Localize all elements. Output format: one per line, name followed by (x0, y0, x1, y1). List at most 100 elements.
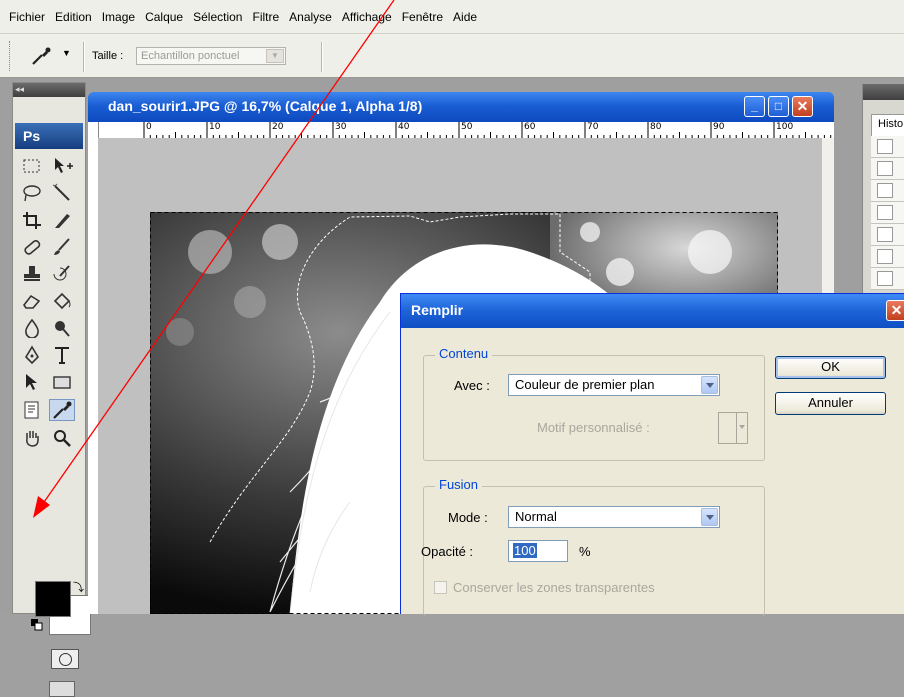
motif-picker[interactable] (718, 412, 748, 444)
marquee-tool-icon[interactable] (19, 155, 45, 177)
close-button[interactable]: ✕ (792, 96, 813, 117)
pen-tool-icon[interactable] (19, 344, 45, 366)
menu-selection[interactable]: Sélection (188, 10, 247, 24)
menu-image[interactable]: Image (97, 10, 140, 24)
menu-edition[interactable]: Edition (50, 10, 97, 24)
menu-filtre[interactable]: Filtre (247, 10, 284, 24)
hand-tool-icon[interactable] (19, 427, 45, 449)
dialog-title: Remplir (411, 302, 464, 318)
maximize-button[interactable]: □ (768, 96, 789, 117)
ruler-label: 20 (272, 122, 284, 132)
minimize-button[interactable]: _ (744, 96, 765, 117)
list-item[interactable] (871, 158, 904, 180)
ruler-label: 40 (398, 122, 410, 132)
healing-brush-icon[interactable] (19, 236, 45, 258)
history-state-icon (877, 139, 893, 154)
default-colors-icon[interactable] (31, 619, 43, 631)
dodge-tool-icon[interactable] (49, 317, 75, 339)
opacity-value: 100 (513, 543, 537, 558)
list-item[interactable] (871, 246, 904, 268)
avec-value: Couleur de premier plan (515, 377, 655, 392)
options-bar-grip[interactable] (9, 41, 14, 71)
screen-mode-icon[interactable] (49, 681, 75, 697)
sample-size-select[interactable]: Echantillon ponctuel ▼ (136, 47, 286, 65)
brush-tool-icon[interactable] (49, 236, 75, 258)
lasso-tool-icon[interactable] (19, 182, 45, 204)
foreground-color-swatch[interactable] (35, 581, 71, 617)
crop-tool-icon[interactable] (19, 209, 45, 231)
ruler-label: 80 (650, 122, 662, 132)
blur-tool-icon[interactable] (19, 317, 45, 339)
fill-dialog: Remplir ✕ Contenu Avec : Couleur de prem… (400, 293, 904, 616)
history-brush-icon[interactable] (49, 263, 75, 285)
slice-tool-icon[interactable] (49, 209, 75, 231)
tab-history[interactable]: Histo (871, 114, 904, 136)
options-bar: ▼ Taille : Echantillon ponctuel ▼ (0, 33, 904, 78)
ruler-label: 10 (209, 122, 221, 132)
history-state-icon (877, 227, 893, 242)
panel-header[interactable] (863, 84, 904, 100)
menu-fenetre[interactable]: Fenêtre (397, 10, 448, 24)
type-tool-icon[interactable] (49, 344, 75, 366)
cancel-button[interactable]: Annuler (775, 392, 886, 415)
photoshop-logo[interactable]: Ps (15, 123, 83, 149)
history-state-icon (877, 183, 893, 198)
menu-analyse[interactable]: Analyse (284, 10, 337, 24)
quick-mask-icon[interactable] (51, 649, 79, 669)
horizontal-ruler[interactable]: 0 10 20 30 40 50 60 70 80 90 100 (98, 122, 834, 139)
mode-label: Mode : (448, 510, 488, 525)
mode-select[interactable]: Normal (508, 506, 720, 528)
ruler-label: 70 (587, 122, 599, 132)
ruler-label: 60 (524, 122, 536, 132)
opacity-label: Opacité : (421, 544, 474, 559)
ruler-label: 0 (146, 122, 152, 132)
rectangle-tool-icon[interactable] (49, 371, 75, 393)
notes-tool-icon[interactable] (19, 399, 45, 421)
history-state-icon (877, 161, 893, 176)
ruler-label: 90 (713, 122, 725, 132)
preserve-transparency-label: Conserver les zones transparentes (453, 580, 655, 595)
list-item[interactable] (871, 268, 904, 290)
ruler-label: 50 (461, 122, 473, 132)
move-tool-icon[interactable] (49, 155, 75, 177)
eyedropper-tool-icon[interactable] (49, 399, 75, 421)
menu-bar: Fichier Edition Image Calque Sélection F… (0, 0, 904, 33)
toolbox-header[interactable]: ◂◂ (13, 83, 85, 97)
contenu-group (423, 355, 765, 461)
sample-size-value: Echantillon ponctuel (141, 50, 240, 62)
paint-bucket-icon[interactable] (49, 290, 75, 312)
magic-wand-icon[interactable] (49, 182, 75, 204)
history-state-icon (877, 271, 893, 286)
list-item[interactable] (871, 224, 904, 246)
list-item[interactable] (871, 136, 904, 158)
ruler-label: 100 (776, 122, 794, 132)
avec-select[interactable]: Couleur de premier plan (508, 374, 720, 396)
menu-aide[interactable]: Aide (448, 10, 482, 24)
chevron-down-icon (701, 376, 718, 394)
list-item[interactable] (871, 202, 904, 224)
dialog-close-button[interactable]: ✕ (886, 300, 904, 321)
menu-calque[interactable]: Calque (140, 10, 188, 24)
toolbox: ◂◂ Ps ⤵ (12, 82, 91, 697)
chevron-down-icon: ▼ (266, 49, 284, 63)
path-selection-icon[interactable] (19, 371, 45, 393)
eyedropper-icon[interactable] (30, 46, 52, 66)
clone-stamp-icon[interactable] (19, 263, 45, 285)
opacity-input[interactable]: 100 (508, 540, 568, 562)
document-titlebar[interactable]: dan_sourir1.JPG @ 16,7% (Calque 1, Alpha… (88, 92, 834, 122)
list-item[interactable] (871, 180, 904, 202)
ok-button[interactable]: OK (775, 356, 886, 379)
eraser-tool-icon[interactable] (19, 290, 45, 312)
tool-preset-caret-icon[interactable]: ▼ (62, 48, 71, 58)
swap-colors-icon[interactable]: ⤵ (73, 579, 84, 595)
options-separator (83, 42, 85, 72)
menu-fichier[interactable]: Fichier (4, 10, 50, 24)
sample-size-label: Taille : (92, 50, 124, 62)
preserve-transparency-checkbox[interactable] (434, 581, 447, 594)
dialog-titlebar[interactable]: Remplir ✕ (401, 294, 904, 328)
options-separator (321, 42, 323, 72)
zoom-tool-icon[interactable] (49, 427, 75, 449)
menu-affichage[interactable]: Affichage (337, 10, 397, 24)
mode-value: Normal (515, 509, 557, 524)
avec-label: Avec : (454, 378, 490, 393)
